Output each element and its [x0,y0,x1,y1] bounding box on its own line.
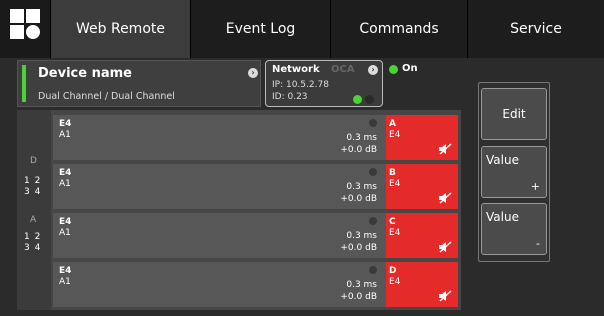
value-up-label: Value [486,153,519,167]
value-down-button[interactable]: Value - [481,203,547,255]
group-d-numbers[interactable]: 1 23 4 [24,176,41,198]
app-logo-icon[interactable] [0,0,50,58]
channel-delay: 0.3 ms [346,182,377,192]
chevron-right-icon[interactable]: › [248,68,258,78]
output-letter: C [389,217,396,227]
tab-event-log[interactable]: Event Log [190,0,330,58]
channel-source: E4 [59,168,72,178]
channel-preset: A1 [59,130,71,140]
channel-gain: +0.0 dB [340,145,377,155]
chevron-right-icon[interactable]: › [368,65,378,75]
value-up-button[interactable]: Value + [481,146,547,198]
speaker-mute-icon [439,143,452,155]
channel-delay: 0.3 ms [346,231,377,241]
output-speaker: E4 [389,277,401,287]
group-label-d: D [30,156,37,166]
network-status-led-off-icon [365,95,374,104]
channel-delay: 0.3 ms [346,133,377,143]
channel-source: E4 [59,119,72,129]
channel-gain: +0.0 dB [340,243,377,253]
output-letter: D [389,266,397,276]
output-mute-button[interactable]: A E4 [386,115,458,160]
device-subtitle: Dual Channel / Dual Channel [38,91,175,102]
device-card[interactable]: Device name › Dual Channel / Dual Channe… [17,60,261,107]
channel-source: E4 [59,266,72,276]
edit-label: Edit [502,107,526,121]
channel-preset: A1 [59,277,71,287]
output-letter: A [389,119,396,129]
output-speaker: E4 [389,179,401,189]
power-led-icon [389,65,398,74]
channel-delay: 0.3 ms [346,280,377,290]
output-mute-button[interactable]: C E4 [386,213,458,258]
top-bar: Web Remote Event Log Commands Service [0,0,604,58]
power-label: On [402,63,418,74]
tab-commands[interactable]: Commands [330,0,467,58]
speaker-mute-icon [439,241,452,253]
speaker-mute-icon [439,192,452,204]
channel-preset: A1 [59,179,71,189]
network-status-led-icon [353,95,362,104]
channel-led-icon [369,168,377,176]
output-letter: B [389,168,396,178]
edit-button[interactable]: Edit [481,88,547,140]
oca-label: OCA [331,64,355,75]
channel-led-icon [369,217,377,225]
value-down-label: Value [486,210,519,224]
channel-row[interactable]: E4 A1 0.3 ms +0.0 dB [53,115,387,160]
tab-web-remote[interactable]: Web Remote [50,0,190,58]
group-label-a: A [30,215,37,225]
network-id: ID: 0.23 [272,92,308,102]
tab-service[interactable]: Service [467,0,604,58]
network-title: Network [272,64,320,75]
output-speaker: E4 [389,228,401,238]
group-a-numbers[interactable]: 1 23 4 [24,232,41,254]
channel-row[interactable]: E4 A1 0.3 ms +0.0 dB [53,213,387,258]
channel-led-icon [369,266,377,274]
channel-gain: +0.0 dB [340,292,377,302]
channel-gain: +0.0 dB [340,194,377,204]
network-ip: IP: 10.5.2.78 [272,80,329,90]
network-card[interactable]: Network OCA › IP: 10.5.2.78 ID: 0.23 [265,60,383,107]
channel-source: E4 [59,217,72,227]
minus-icon: - [536,237,540,250]
plus-icon: + [530,180,540,193]
speaker-mute-icon [439,290,452,302]
device-status-bar [22,65,26,102]
channel-led-icon [369,119,377,127]
output-speaker: E4 [389,130,401,140]
channel-preset: A1 [59,228,71,238]
channel-row[interactable]: E4 A1 0.3 ms +0.0 dB [53,262,387,307]
output-mute-button[interactable]: B E4 [386,164,458,209]
channel-group-column [17,110,51,310]
output-mute-button[interactable]: D E4 [386,262,458,307]
channel-row[interactable]: E4 A1 0.3 ms +0.0 dB [53,164,387,209]
device-name: Device name [38,66,132,81]
